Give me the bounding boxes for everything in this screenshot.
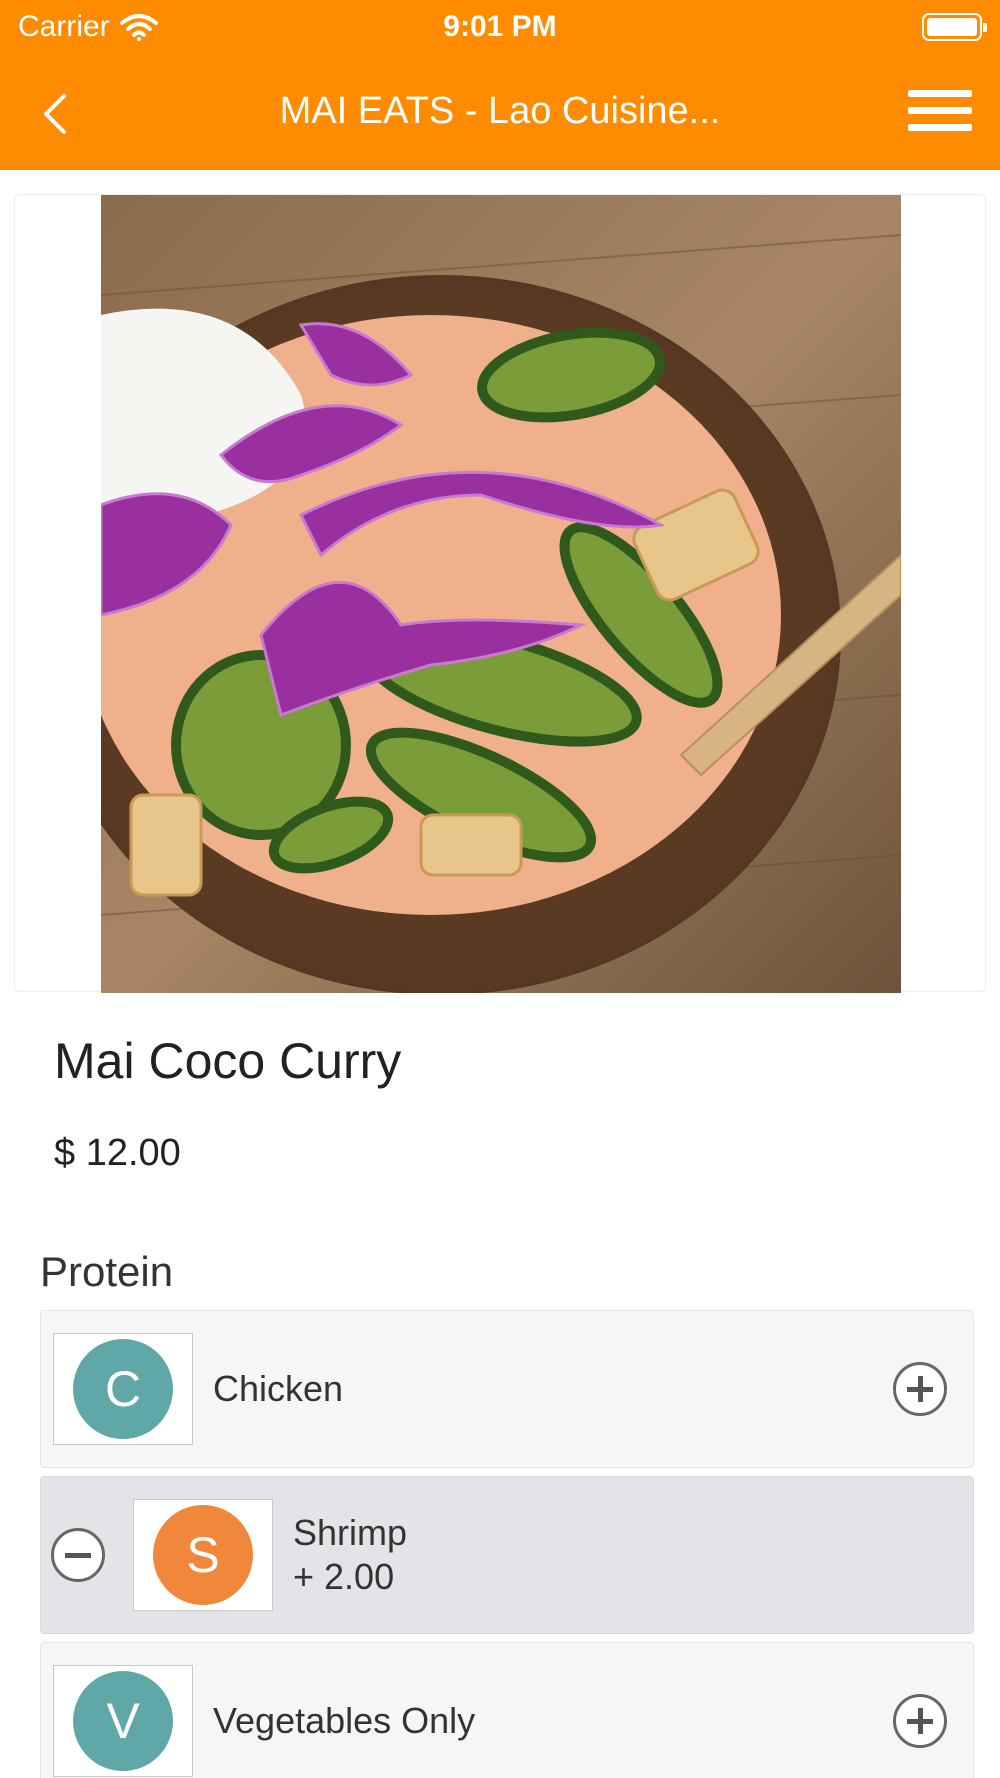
chevron-left-icon: [44, 94, 66, 134]
product-name: Mai Coco Curry: [54, 1033, 402, 1089]
navigation-bar: MAI EATS - Lao Cuisine...: [0, 56, 1000, 170]
option-image: S: [133, 1499, 273, 1611]
app-header: Carrier 9:01 PM MAI EATS - Lao Cuisine..…: [0, 0, 1000, 170]
avatar-initial: C: [104, 1361, 142, 1417]
curry-bowl-illustration: [101, 195, 901, 993]
protein-section-title: Protein: [40, 1248, 174, 1295]
avatar: V: [73, 1671, 173, 1771]
protein-option-shrimp[interactable]: S Shrimp + 2.00: [40, 1476, 974, 1634]
hamburger-menu-icon[interactable]: [908, 90, 972, 138]
option-image: C: [53, 1333, 193, 1445]
avatar: C: [73, 1339, 173, 1439]
protein-option-chicken[interactable]: C Chicken: [40, 1310, 974, 1468]
product-price: $ 12.00: [54, 1132, 181, 1174]
battery-icon: [922, 13, 987, 41]
avatar-initial: S: [186, 1527, 220, 1583]
option-label: Shrimp: [293, 1512, 408, 1553]
option-image: V: [53, 1665, 193, 1777]
option-label: Vegetables Only: [213, 1700, 476, 1741]
status-time: 9:01 PM: [443, 10, 557, 43]
option-extra-price: + 2.00: [293, 1556, 395, 1597]
status-bar: Carrier 9:01 PM: [0, 0, 1000, 56]
back-button[interactable]: [30, 84, 90, 144]
product-image: [101, 195, 901, 993]
product-image-card: [14, 194, 986, 993]
option-label: Chicken: [213, 1368, 344, 1409]
page-title: MAI EATS - Lao Cuisine...: [279, 90, 721, 132]
plus-icon[interactable]: [893, 1362, 947, 1416]
avatar-initial: V: [106, 1693, 140, 1749]
avatar: S: [153, 1505, 253, 1605]
minus-icon[interactable]: [51, 1528, 105, 1582]
protein-option-vegetables-only[interactable]: V Vegetables Only: [40, 1642, 974, 1778]
plus-icon[interactable]: [893, 1694, 947, 1748]
